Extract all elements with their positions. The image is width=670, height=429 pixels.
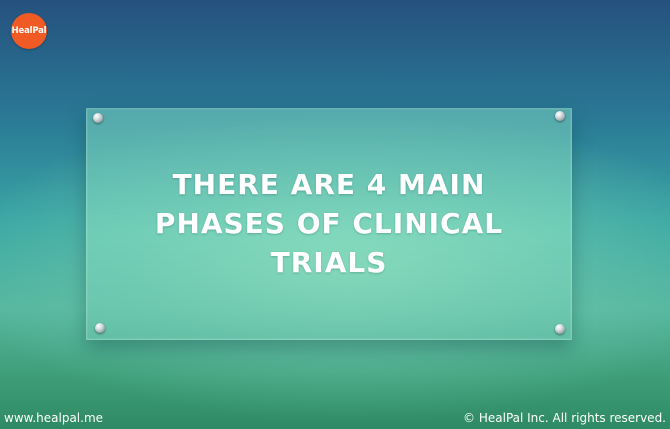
copyright-notice: © HealPal Inc. All rights reserved. [463, 411, 666, 425]
headline-line-1: THERE ARE 4 MAIN [172, 168, 486, 201]
headline: THERE ARE 4 MAIN PHASES OF CLINICAL TRIA… [87, 165, 571, 282]
screw-top-right-icon [555, 111, 565, 121]
glass-sign-panel: THERE ARE 4 MAIN PHASES OF CLINICAL TRIA… [86, 108, 572, 340]
headline-line-3: TRIALS [270, 246, 388, 279]
healpal-logo: HealPal [11, 13, 47, 49]
screw-bottom-left-icon [95, 323, 105, 333]
screw-bottom-right-icon [555, 324, 565, 334]
screw-top-left-icon [93, 113, 103, 123]
website-link[interactable]: www.healpal.me [4, 411, 103, 425]
logo-text: HealPal [11, 26, 47, 36]
headline-line-2: PHASES OF CLINICAL [154, 207, 504, 240]
